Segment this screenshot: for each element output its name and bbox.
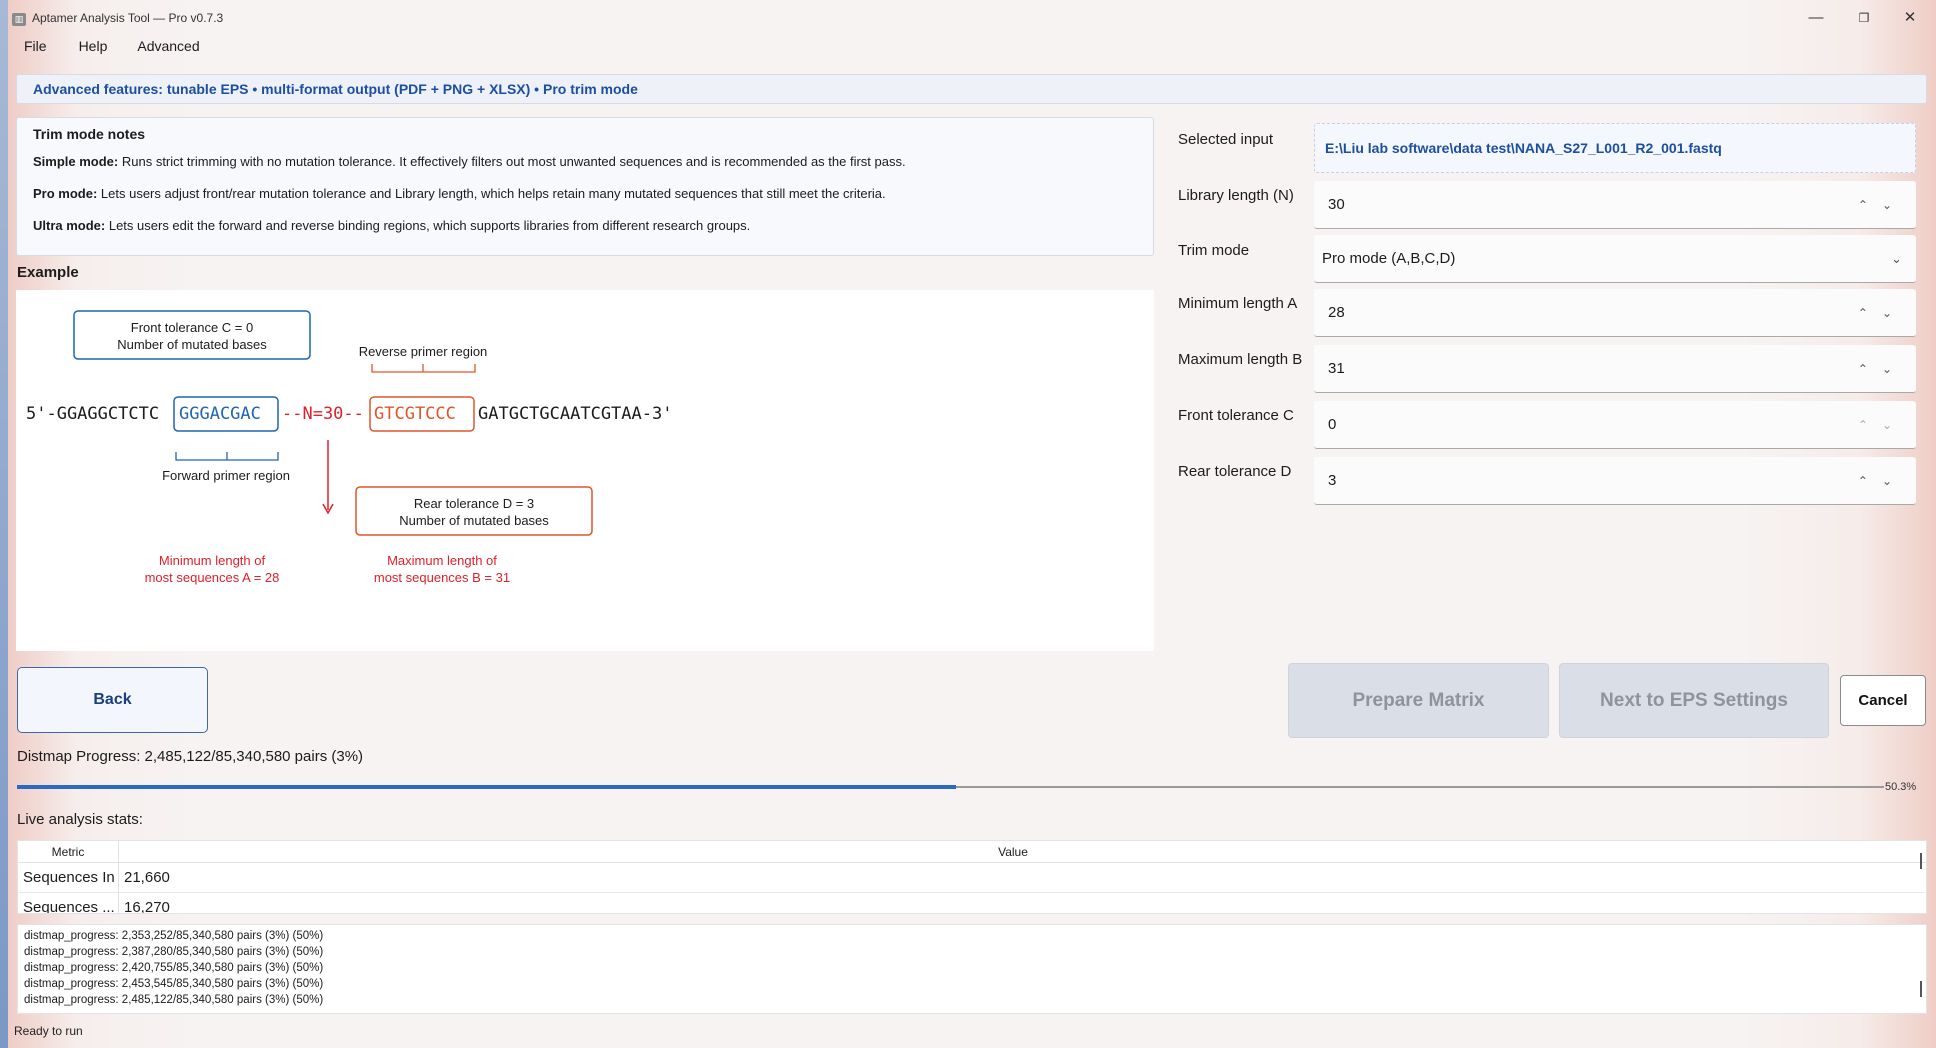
- min-length-spinbox[interactable]: 28 ⌃⌄: [1314, 289, 1916, 337]
- front-tolerance-value: 0: [1328, 416, 1337, 433]
- close-window-button[interactable]: ✕: [1890, 6, 1930, 30]
- value-cell: 16,270: [124, 899, 170, 914]
- reverse-primer-bracket: [371, 364, 476, 373]
- minimize-button[interactable]: —: [1796, 6, 1836, 30]
- sequence-reverse-primer: GTCGTCCC: [374, 404, 456, 424]
- app-window: ▥ Aptamer Analysis Tool — Pro v0.7.3 — ❐…: [0, 0, 1936, 1048]
- trim-mode-select[interactable]: Pro mode (A,B,C,D) ⌄: [1314, 235, 1916, 283]
- max-length-label: Maximum length B: [1178, 351, 1303, 368]
- column-header-value[interactable]: Value: [118, 845, 1908, 859]
- notes-title: Trim mode notes: [33, 126, 146, 142]
- app-logo-icon: ▥: [12, 13, 26, 26]
- column-header-metric[interactable]: Metric: [18, 845, 118, 859]
- sequence-prefix: 5'-GGAGGCTCTC: [26, 404, 159, 424]
- cancel-button[interactable]: Cancel: [1840, 675, 1926, 726]
- note-ultra-mode: Ultra mode: Lets users edit the forward …: [33, 218, 751, 233]
- progress-bar: [17, 785, 1884, 789]
- note-pro-mode: Pro mode: Lets users adjust front/rear m…: [33, 186, 886, 201]
- trim-mode-notes: Trim mode notes Simple mode: Runs strict…: [16, 117, 1154, 256]
- log-line: distmap_progress: 2,485,122/85,340,580 p…: [24, 994, 324, 1006]
- min-length-note-1: Minimum length of: [159, 553, 266, 568]
- front-tolerance-text-1: Front tolerance C = 0: [131, 320, 253, 335]
- table-header: Metric Value: [18, 841, 1926, 863]
- log-line: distmap_progress: 2,353,252/85,340,580 p…: [24, 930, 324, 942]
- progress-log[interactable]: distmap_progress: 2,353,252/85,340,580 p…: [17, 924, 1927, 1014]
- window-title: Aptamer Analysis Tool — Pro v0.7.3: [32, 11, 224, 25]
- table-row[interactable]: Sequences In 21,660: [18, 863, 1926, 893]
- min-length-label: Minimum length A: [1178, 295, 1298, 312]
- live-stats-label: Live analysis stats:: [17, 811, 143, 828]
- front-tolerance-spinbox[interactable]: 0 ⌃⌄: [1314, 401, 1916, 449]
- rear-tolerance-spinbox[interactable]: 3 ⌃⌄: [1314, 457, 1916, 505]
- log-line: distmap_progress: 2,420,755/85,340,580 p…: [24, 962, 324, 974]
- library-length-label: Library length (N): [1178, 187, 1294, 204]
- example-title: Example: [17, 264, 79, 281]
- sequence-suffix: GATGCTGCAATCGTAA-3': [478, 404, 672, 424]
- status-bar-text: Ready to run: [14, 1024, 83, 1038]
- forward-primer-bracket: [175, 452, 279, 461]
- features-banner: Advanced features: tunable EPS • multi-f…: [16, 74, 1927, 104]
- back-button[interactable]: Back: [17, 667, 208, 733]
- min-length-value: 28: [1328, 304, 1345, 321]
- max-length-spinbox[interactable]: 31 ⌃⌄: [1314, 345, 1916, 393]
- spin-arrows-icon[interactable]: ⌃⌄: [1858, 289, 1906, 337]
- max-length-note-2: most sequences B = 31: [374, 570, 510, 585]
- prepare-matrix-button[interactable]: Prepare Matrix: [1288, 663, 1549, 738]
- example-diagram: Front tolerance C = 0 Number of mutated …: [16, 290, 1154, 651]
- log-scrollbar[interactable]: [1920, 981, 1922, 997]
- table-row[interactable]: Sequences ... 16,270: [18, 893, 1926, 914]
- sequence-random-region: --N=30--: [282, 404, 364, 424]
- trim-mode-value: Pro mode (A,B,C,D): [1322, 250, 1456, 267]
- selected-input-field[interactable]: E:\Liu lab software\data test\NANA_S27_L…: [1314, 123, 1916, 173]
- metric-cell: Sequences ...: [23, 899, 115, 914]
- menu-help[interactable]: Help: [67, 36, 120, 58]
- spin-arrows-icon[interactable]: ⌃⌄: [1858, 181, 1906, 229]
- stats-table: Metric Value Sequences In 21,660 Sequenc…: [17, 840, 1927, 914]
- menu-file[interactable]: File: [12, 36, 59, 58]
- front-tolerance-label: Front tolerance C: [1178, 407, 1294, 424]
- log-line: distmap_progress: 2,387,280/85,340,580 p…: [24, 946, 324, 958]
- reverse-primer-label: Reverse primer region: [359, 344, 488, 359]
- distmap-progress-text: Distmap Progress: 2,485,122/85,340,580 p…: [17, 748, 364, 765]
- sequence-forward-primer: GGGACGAC: [179, 404, 261, 424]
- library-length-value: 30: [1328, 196, 1345, 213]
- chevron-down-icon[interactable]: ⌄: [1891, 235, 1902, 283]
- metric-cell: Sequences In: [23, 869, 115, 886]
- value-cell: 21,660: [124, 869, 170, 886]
- log-line: distmap_progress: 2,453,545/85,340,580 p…: [24, 978, 324, 990]
- library-length-spinbox[interactable]: 30 ⌃⌄: [1314, 181, 1916, 229]
- next-eps-settings-button[interactable]: Next to EPS Settings: [1559, 663, 1829, 738]
- rear-tolerance-text-2: Number of mutated bases: [399, 513, 549, 528]
- rear-tolerance-label: Rear tolerance D: [1178, 463, 1292, 480]
- title-bar[interactable]: ▥ Aptamer Analysis Tool — Pro v0.7.3 — ❐…: [0, 0, 1936, 36]
- sequence-diagram-svg: Front tolerance C = 0 Number of mutated …: [26, 310, 672, 585]
- table-scrollbar[interactable]: [1920, 853, 1922, 869]
- spin-arrows-icon[interactable]: ⌃⌄: [1858, 457, 1906, 505]
- menu-bar: File Help Advanced: [12, 36, 212, 58]
- rear-tolerance-value: 3: [1328, 472, 1337, 489]
- spin-arrows-icon[interactable]: ⌃⌄: [1858, 401, 1906, 449]
- note-simple-mode: Simple mode: Runs strict trimming with n…: [33, 154, 906, 169]
- max-length-value: 31: [1328, 360, 1345, 377]
- rear-tolerance-text-1: Rear tolerance D = 3: [414, 496, 534, 511]
- forward-primer-label: Forward primer region: [162, 468, 290, 483]
- min-length-note-2: most sequences A = 28: [145, 570, 280, 585]
- progress-percent: 50.3%: [1885, 781, 1917, 793]
- progress-bar-fill: [17, 785, 957, 789]
- front-tolerance-text-2: Number of mutated bases: [117, 337, 267, 352]
- spin-arrows-icon[interactable]: ⌃⌄: [1858, 345, 1906, 393]
- trim-mode-label: Trim mode: [1178, 242, 1250, 259]
- max-length-note-1: Maximum length of: [387, 553, 497, 568]
- menu-advanced[interactable]: Advanced: [125, 36, 211, 58]
- selected-input-label: Selected input: [1178, 131, 1274, 148]
- maximize-button[interactable]: ❐: [1844, 6, 1884, 30]
